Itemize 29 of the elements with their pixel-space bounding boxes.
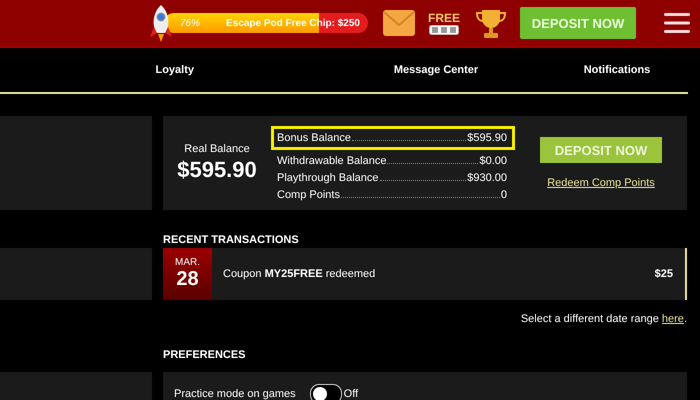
- toggle-switch[interactable]: [310, 384, 342, 400]
- menu-icon[interactable]: [664, 12, 690, 34]
- balance-value: $930.00: [467, 172, 507, 184]
- transaction-text: Coupon MY25FREE redeemed: [223, 268, 376, 280]
- date-month: MAR.: [175, 257, 200, 268]
- nav-tab[interactable]: Message Center: [394, 64, 478, 76]
- date-day: 28: [176, 268, 199, 291]
- here-link[interactable]: here: [662, 313, 684, 325]
- nav-tab[interactable]: Notifications: [584, 64, 650, 76]
- toggle-state: Off: [344, 388, 358, 400]
- nav-tab[interactable]: Loyalty: [155, 64, 194, 76]
- section-heading: RECENT TRANSACTIONS: [163, 234, 300, 246]
- balance-label: Withdrawable Balance: [277, 154, 386, 166]
- balance-label: Playthrough Balance: [277, 172, 379, 184]
- real-balance-value: $595.90: [177, 157, 257, 183]
- redeem-link[interactable]: Redeem Comp Points: [547, 177, 655, 189]
- balance-value: $0.00: [479, 154, 507, 166]
- section-heading: PREFERENCES: [163, 349, 247, 361]
- date-range-text: Select a different date range here.: [520, 313, 687, 325]
- balance-label: Bonus Balance: [277, 132, 351, 144]
- balance-value: $595.90: [467, 132, 507, 144]
- balance-value: 0: [500, 188, 507, 200]
- preference-label: Practice mode on games: [174, 388, 296, 400]
- progress-percent: 76%: [180, 18, 200, 28]
- balance-label: Comp Points: [277, 188, 340, 200]
- real-balance-label: Real Balance: [184, 143, 250, 155]
- envelope-icon[interactable]: [382, 9, 416, 37]
- free-label: FREE: [428, 11, 460, 25]
- transaction-amount: $25: [654, 268, 673, 280]
